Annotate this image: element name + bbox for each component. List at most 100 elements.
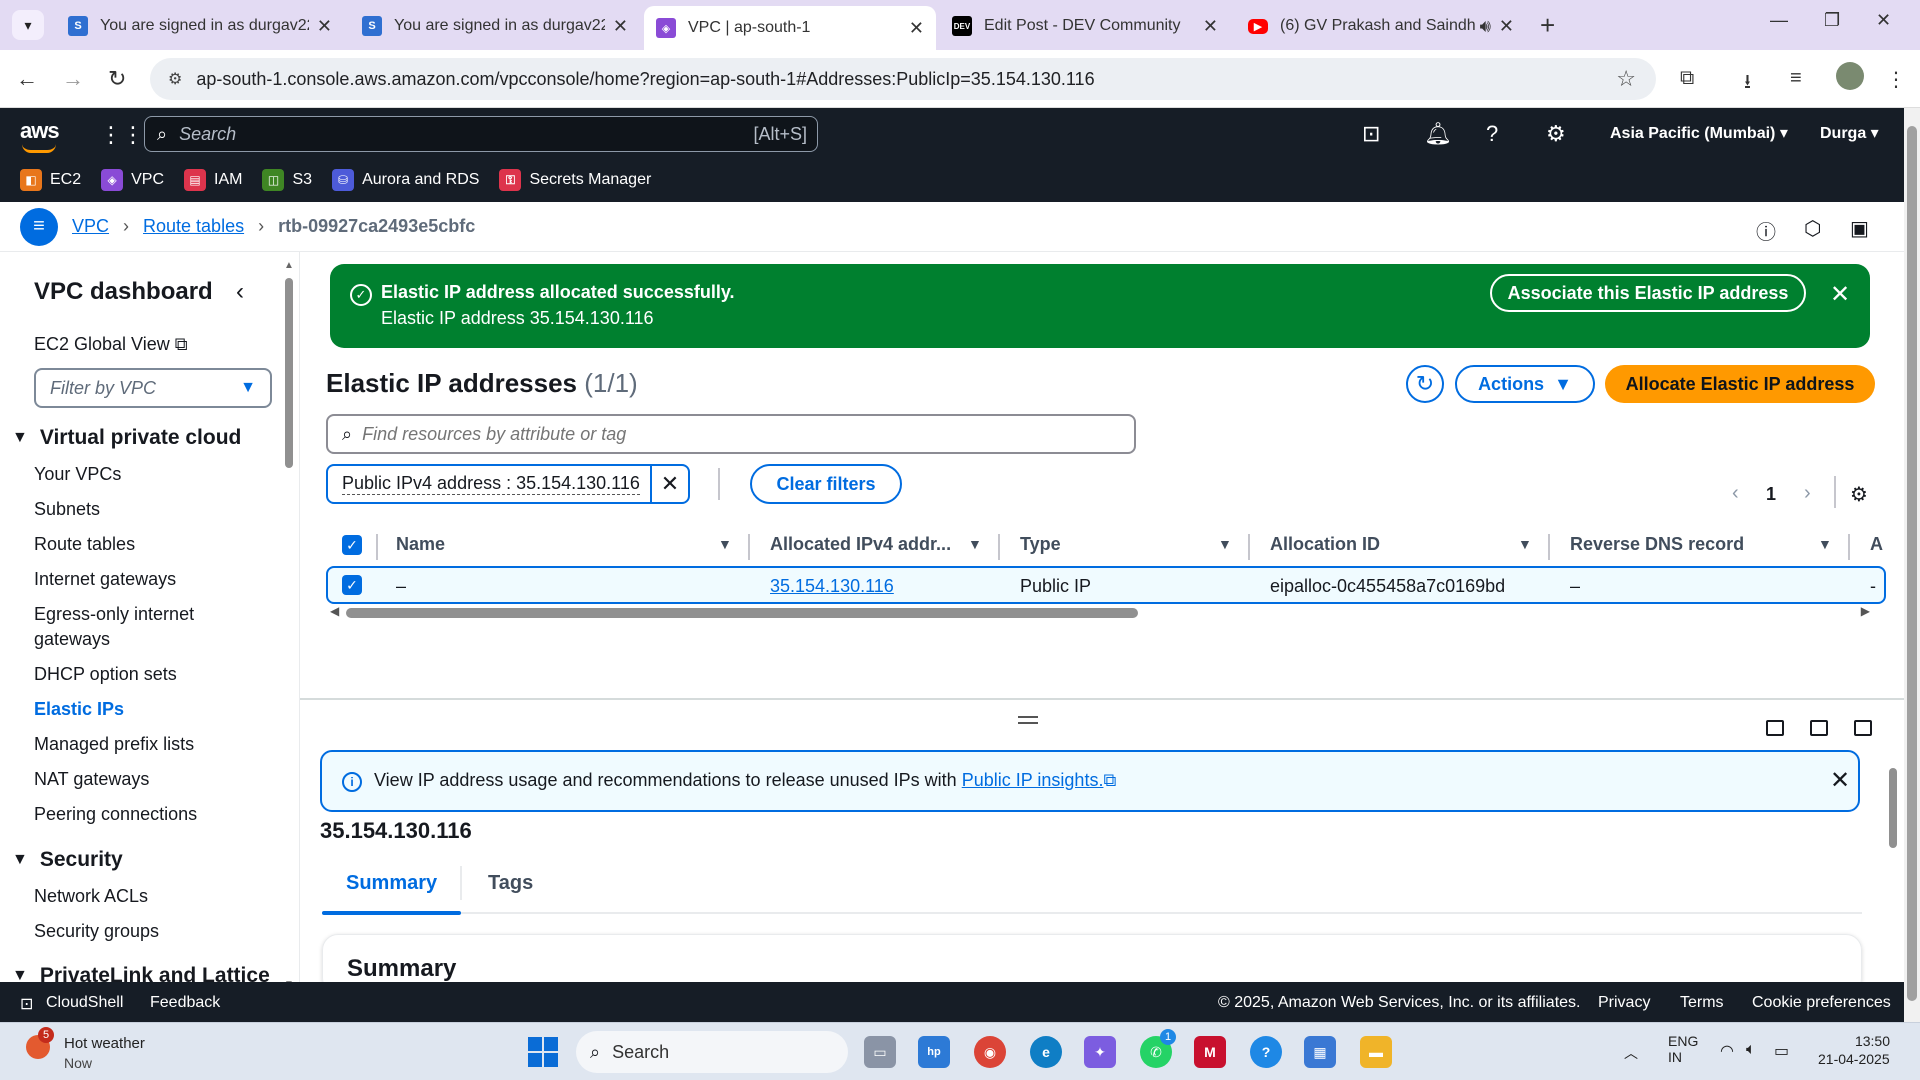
speaker-icon[interactable]: 🔊︎ [1480, 16, 1491, 37]
help-app-icon[interactable]: ? [1250, 1036, 1282, 1068]
column-header-name[interactable]: Name [396, 534, 445, 555]
back-arrow-icon[interactable]: ← [16, 66, 38, 92]
filter-token[interactable]: Public IPv4 address : 35.154.130.116 ✕ [326, 464, 690, 504]
sort-caret-icon[interactable]: ▼ [1518, 536, 1532, 552]
public-ip-insights-link[interactable]: Public IP insights. [962, 770, 1104, 790]
region-selector[interactable]: Asia Pacific (Mumbai) ▾ [1610, 123, 1788, 143]
address-bar[interactable]: ⚙ ap-south-1.console.aws.amazon.com/vpcc… [150, 58, 1656, 100]
favorite-s3[interactable]: ◫ S3 [262, 169, 312, 191]
close-tab-icon[interactable]: ✕ [1499, 16, 1514, 37]
resource-search-input[interactable] [362, 423, 1063, 445]
settings-gear-icon[interactable]: ⚙ [1546, 121, 1566, 147]
sort-caret-icon[interactable]: ▼ [968, 536, 982, 552]
browser-tab-youtube[interactable]: ▶ (6) GV Prakash and Saindhavi 🔊︎ ✕ [1236, 6, 1526, 46]
filter-by-vpc-select[interactable]: Filter by VPC ▼ [34, 368, 272, 408]
panel-full-icon[interactable] [1854, 720, 1872, 736]
tray-chevron-icon[interactable]: ︿ [1624, 1043, 1638, 1063]
close-flash-icon[interactable]: ✕ [1830, 280, 1850, 309]
panel-scrollbar[interactable] [1888, 752, 1898, 982]
edge-icon[interactable]: e [1030, 1036, 1062, 1068]
clock[interactable]: 13:50 [1838, 1033, 1890, 1049]
help-icon[interactable]: ? [1486, 121, 1498, 147]
favorite-vpc[interactable]: ◈ VPC [101, 169, 164, 191]
chrome-icon[interactable]: ◉ [974, 1036, 1006, 1068]
sidebar-item-your-vpcs[interactable]: Your VPCs [34, 462, 121, 487]
browser-tab-vpc[interactable]: ◈ VPC | ap-south-1 ✕ [644, 6, 936, 50]
site-info-icon[interactable]: ⚙ [168, 69, 182, 89]
sidebar-item-egress-only-cont[interactable]: gateways [34, 627, 110, 652]
sidebar-item-peering[interactable]: Peering connections [34, 802, 197, 827]
column-header-type[interactable]: Type [1020, 534, 1061, 555]
cloudshell-footer-icon[interactable]: ⊡ [20, 994, 33, 1014]
feedback-link[interactable]: Feedback [150, 994, 220, 1012]
tab-summary[interactable]: Summary [321, 872, 462, 915]
download-icon[interactable]: ⭳ [1744, 67, 1751, 101]
sidebar-item-egress-only[interactable]: Egress-only internet [34, 602, 194, 627]
hp-app-icon[interactable]: hp [918, 1036, 950, 1068]
sidebar-item-elastic-ips[interactable]: Elastic IPs [34, 697, 124, 722]
next-page-icon[interactable]: › [1804, 482, 1811, 505]
select-all-checkbox[interactable]: ✓ [342, 535, 362, 555]
forward-arrow-icon[interactable]: → [62, 66, 84, 92]
sidebar-item-prefix-lists[interactable]: Managed prefix lists [34, 732, 194, 757]
remove-filter-icon[interactable]: ✕ [650, 466, 688, 502]
windows-start-icon[interactable] [528, 1037, 558, 1067]
sidebar-scrollbar[interactable]: ▲▼ [284, 260, 294, 990]
sort-caret-icon[interactable]: ▼ [1218, 536, 1232, 552]
scroll-thumb[interactable] [346, 608, 1138, 618]
store-icon[interactable]: ▦ [1304, 1036, 1336, 1068]
ec2-global-view-link[interactable]: EC2 Global View ⧉ [34, 334, 188, 355]
allocate-eip-button[interactable]: Allocate Elastic IP address [1605, 365, 1875, 403]
section-virtual-private-cloud[interactable]: ▼ Virtual private cloud [12, 426, 241, 450]
profile-avatar[interactable] [1836, 62, 1864, 90]
sort-caret-icon[interactable]: ▼ [718, 536, 732, 552]
scroll-thumb[interactable] [1907, 126, 1917, 1001]
collapse-sidebar-icon[interactable]: ‹ [236, 278, 244, 306]
scroll-right-icon[interactable]: ▶ [1861, 604, 1870, 618]
feedback-screen-icon[interactable]: ▣ [1850, 216, 1869, 241]
volume-icon[interactable]: 🔈︎ [1746, 1041, 1756, 1059]
column-header-extra[interactable]: A [1870, 534, 1883, 555]
new-tab-plus-icon[interactable]: + [1540, 10, 1555, 41]
tab-search-chevron-icon[interactable]: ▾ [12, 10, 44, 40]
panel-bottom-icon[interactable] [1766, 720, 1784, 736]
aws-search-input[interactable]: ⌕ Search [Alt+S] [144, 116, 818, 152]
scroll-thumb[interactable] [285, 278, 293, 468]
sidebar-item-internet-gateways[interactable]: Internet gateways [34, 567, 176, 592]
restore-icon[interactable]: ❐ [1824, 10, 1840, 31]
sidebar-item-network-acls[interactable]: Network ACLs [34, 884, 148, 909]
table-row[interactable]: ✓ – 35.154.130.116 Public IP eipalloc-0c… [326, 566, 1886, 604]
refresh-icon[interactable]: ↻ [1406, 365, 1444, 403]
browser-tab-1[interactable]: S You are signed in as durgav22it ✕ [56, 6, 344, 46]
cloudshell-icon[interactable]: ⊡ [1362, 121, 1380, 147]
browser-tab-dev[interactable]: DEV Edit Post - DEV Community ✕ [940, 6, 1230, 46]
breadcrumb-route-tables-link[interactable]: Route tables [143, 216, 244, 236]
favorite-secrets-manager[interactable]: ⚿ Secrets Manager [499, 169, 651, 191]
column-header-allocation-id[interactable]: Allocation ID [1270, 534, 1380, 555]
taskbar-search[interactable]: ⌕ Search [576, 1031, 848, 1073]
language-indicator[interactable]: ENG IN [1668, 1033, 1698, 1065]
reload-icon[interactable]: ↻ [108, 66, 126, 92]
sort-caret-icon[interactable]: ▼ [1818, 536, 1832, 552]
terms-link[interactable]: Terms [1680, 994, 1724, 1012]
browser-menu-icon[interactable]: ⋮ [1886, 67, 1906, 92]
scroll-thumb[interactable] [1889, 768, 1897, 848]
browser-tab-2[interactable]: S You are signed in as durgav22it ✕ [350, 6, 640, 46]
sidebar-item-route-tables[interactable]: Route tables [34, 532, 135, 557]
cookie-preferences-link[interactable]: Cookie preferences [1752, 994, 1891, 1012]
page-scrollbar[interactable] [1904, 108, 1920, 1022]
favorite-ec2[interactable]: ◧ EC2 [20, 169, 81, 191]
settings-hex-icon[interactable]: ⬡ [1804, 216, 1821, 241]
notifications-bell-icon[interactable]: 🔔︎ [1424, 121, 1452, 147]
privacy-link[interactable]: Privacy [1598, 994, 1650, 1012]
breadcrumb-vpc-link[interactable]: VPC [72, 216, 109, 236]
column-header-reverse-dns[interactable]: Reverse DNS record [1570, 534, 1744, 555]
table-horizontal-scrollbar[interactable]: ◀ ▶ [330, 604, 1870, 618]
resize-handle[interactable] [1018, 716, 1038, 724]
favorite-rds[interactable]: ⛁ Aurora and RDS [332, 169, 479, 191]
table-preferences-gear-icon[interactable]: ⚙ [1850, 482, 1868, 507]
file-explorer-icon[interactable]: ▬ [1360, 1036, 1392, 1068]
clear-filters-button[interactable]: Clear filters [750, 464, 902, 504]
tab-tags[interactable]: Tags [488, 872, 533, 895]
close-info-icon[interactable]: ✕ [1830, 766, 1850, 795]
